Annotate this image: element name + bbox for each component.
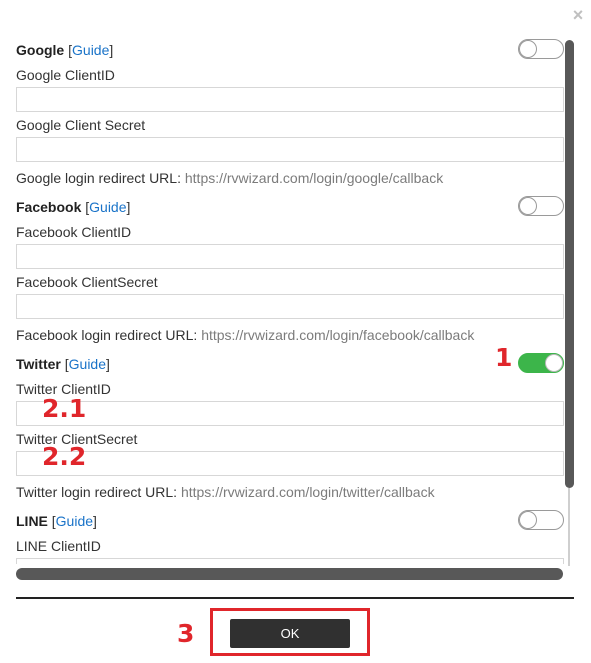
provider-line: LINE [Guide] LINE ClientID	[16, 508, 564, 564]
footer-divider	[16, 597, 574, 599]
twitter-clientid-input[interactable]	[16, 401, 564, 426]
toggle-twitter[interactable]	[518, 353, 564, 373]
field-label: LINE ClientID	[16, 538, 101, 554]
field-label: Facebook ClientID	[16, 224, 132, 240]
provider-header: Facebook [Guide]	[16, 194, 564, 220]
toggle-knob	[519, 197, 537, 215]
provider-header: Twitter [Guide]	[16, 351, 564, 377]
field-label: Twitter ClientSecret	[16, 431, 138, 447]
provider-name: Twitter	[16, 356, 61, 372]
provider-name: LINE	[16, 513, 48, 529]
guide-link-twitter[interactable]: Guide	[69, 356, 106, 372]
google-clientid-input[interactable]	[16, 87, 564, 112]
guide-link-facebook[interactable]: Guide	[89, 199, 126, 215]
redirect-url: https://rvwizard.com/login/google/callba…	[184, 170, 444, 186]
redirect-label: Twitter login redirect URL:	[16, 484, 178, 500]
guide-link-google[interactable]: Guide	[72, 42, 109, 58]
line-clientid-input[interactable]	[16, 558, 564, 564]
facebook-client-secret-input[interactable]	[16, 294, 564, 319]
toggle-line[interactable]	[518, 510, 564, 530]
field-label: Twitter ClientID	[16, 381, 111, 397]
provider-name: Facebook	[16, 199, 82, 215]
redirect-url-row: Twitter login redirect URL: https://rvwi…	[16, 477, 564, 507]
twitter-client-secret-input[interactable]	[16, 451, 564, 476]
redirect-label: Google login redirect URL:	[16, 170, 181, 186]
redirect-url-row: Facebook login redirect URL: https://rvw…	[16, 320, 564, 350]
annotation-marker-2-1: 2.1	[42, 394, 87, 423]
field-label: Facebook ClientSecret	[16, 274, 158, 290]
toggle-facebook[interactable]	[518, 196, 564, 216]
provider-header: LINE [Guide]	[16, 508, 564, 534]
close-icon[interactable]: ×	[571, 6, 585, 24]
annotation-marker-3: 3	[177, 619, 195, 648]
toggle-knob	[519, 511, 537, 529]
toggle-google[interactable]	[518, 39, 564, 59]
field-label: Google ClientID	[16, 67, 115, 83]
provider-name: Google	[16, 42, 65, 58]
provider-facebook: Facebook [Guide] Facebook ClientID Faceb…	[16, 194, 564, 350]
annotation-marker-2-2: 2.2	[42, 442, 87, 471]
google-client-secret-input[interactable]	[16, 137, 564, 162]
redirect-label: Facebook login redirect URL:	[16, 327, 198, 343]
provider-header: Google [Guide]	[16, 37, 564, 63]
toggle-knob	[545, 354, 563, 372]
vertical-scrollbar-track[interactable]	[568, 488, 570, 566]
provider-google: Google [Guide] Google ClientID Google Cl…	[16, 37, 564, 193]
vertical-scrollbar-thumb[interactable]	[565, 40, 574, 488]
field-label: Google Client Secret	[16, 117, 146, 133]
redirect-url-row: Google login redirect URL: https://rvwiz…	[16, 163, 564, 193]
settings-scroll-area[interactable]: Google [Guide] Google ClientID Google Cl…	[0, 36, 591, 564]
redirect-url: https://rvwizard.com/login/twitter/callb…	[180, 484, 435, 500]
annotation-marker-1: 1	[495, 343, 513, 372]
provider-twitter: Twitter [Guide] Twitter ClientID Twitter…	[16, 351, 564, 507]
horizontal-scrollbar-thumb[interactable]	[16, 568, 563, 580]
toggle-knob	[519, 40, 537, 58]
provider-list: Google [Guide] Google ClientID Google Cl…	[16, 36, 564, 564]
redirect-url: https://rvwizard.com/login/facebook/call…	[201, 327, 475, 343]
ok-highlight-box	[210, 608, 370, 656]
guide-link-line[interactable]: Guide	[56, 513, 93, 529]
facebook-clientid-input[interactable]	[16, 244, 564, 269]
